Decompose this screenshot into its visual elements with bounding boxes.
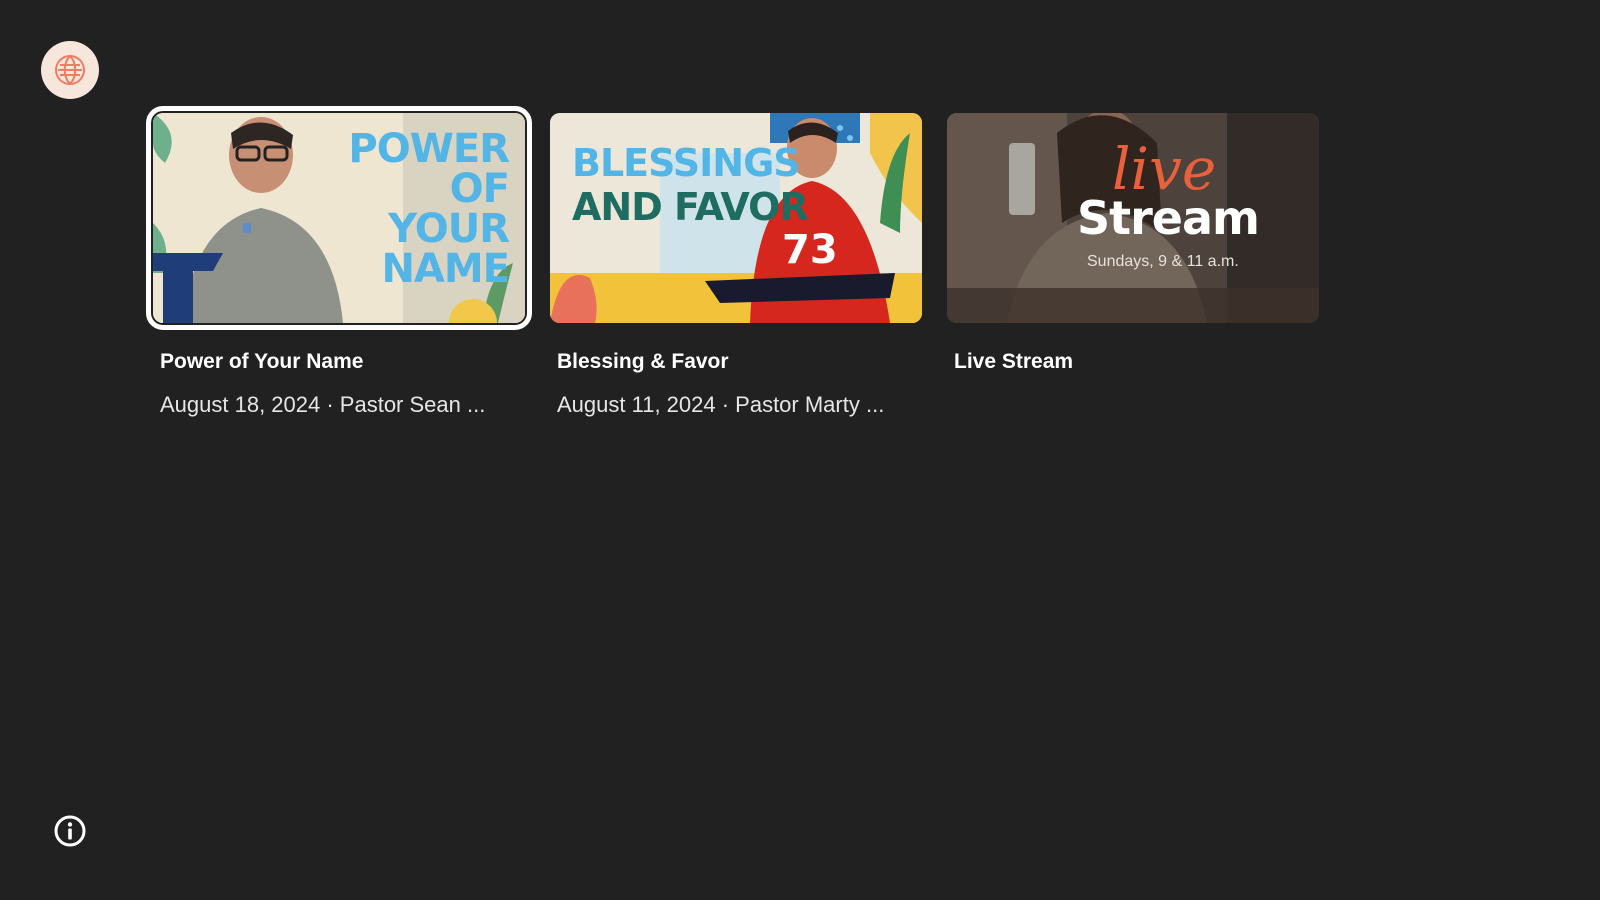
thumbnail[interactable]: 73 BLESSINGS AND FAVOR [550,113,922,323]
live-stream-card[interactable]: live Stream Sundays, 9 & 11 a.m. Live St… [947,113,1319,418]
thumbnail[interactable]: live Stream Sundays, 9 & 11 a.m. [947,113,1319,323]
sermon-row: POWER OF YOUR NAME Power of Your Name Au… [146,106,1319,418]
thumbnail-image: 73 BLESSINGS AND FAVOR [550,113,922,323]
info-icon [54,815,86,847]
church-logo [41,41,99,99]
thumbnail-small-text: Sundays, 9 & 11 a.m. [1087,253,1239,270]
thumbnail-focused[interactable]: POWER OF YOUR NAME [146,106,532,330]
church-logo-icon [55,55,85,85]
card-title: Live Stream [954,350,1074,373]
jersey-number: 73 [782,227,838,273]
thumbnail-image: live Stream Sundays, 9 & 11 a.m. [947,113,1319,323]
thumbnail-title-text: POWER OF YOUR NAME [348,126,510,292]
card-subtitle: August 18, 2024 · Pastor Sean ... [160,392,486,417]
thumbnail-image: POWER OF YOUR NAME [153,113,525,323]
info-button[interactable] [53,814,87,848]
card-subtitle: August 11, 2024 · Pastor Marty ... [557,392,885,417]
card-title: Blessing & Favor [557,350,729,373]
card-title: Power of Your Name [160,350,364,373]
thumbnail-big-text: Stream [1077,191,1260,245]
sermon-card-blessing-and-favor[interactable]: 73 BLESSINGS AND FAVOR Blessing & Favor … [550,113,922,418]
sermon-card-power-of-your-name[interactable]: POWER OF YOUR NAME Power of Your Name Au… [146,106,532,418]
thumbnail-title-text: BLESSINGS AND FAVOR [572,141,809,229]
